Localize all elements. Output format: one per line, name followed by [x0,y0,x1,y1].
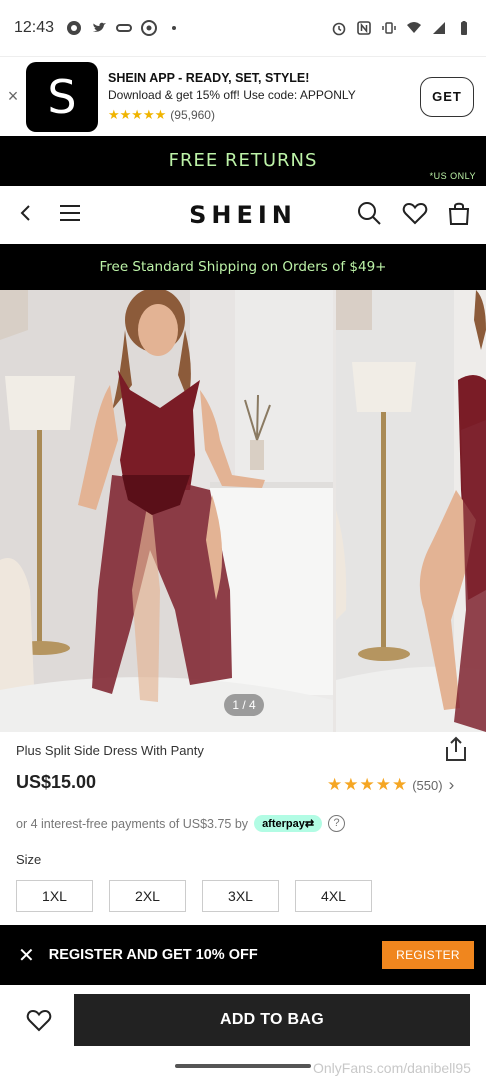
register-promo-bar: ✕ REGISTER AND GET 10% OFF REGISTER [0,925,486,985]
size-label: Size [16,852,42,867]
banner-star-icons: ★★★★★ [108,106,167,122]
battery-icon [456,20,472,36]
dot-icon [166,20,182,36]
banner-close-icon[interactable]: × [0,86,26,107]
vibrate-icon [381,20,397,36]
product-rating[interactable]: ★★★★★ (550) › [327,775,454,795]
save-heart-icon[interactable] [26,1008,52,1032]
search-icon[interactable] [356,200,382,231]
chrome-icon [66,20,82,36]
afterpay-logo: afterpay⇄ [254,815,323,832]
banner-title: SHEIN APP - READY, SET, STYLE! [108,70,310,85]
signal-icon [431,20,447,36]
register-button[interactable]: REGISTER [382,941,474,969]
get-app-button[interactable]: GET [420,76,474,117]
watermark: OnlyFans.com/danibell95 [313,1060,471,1076]
register-close-icon[interactable]: ✕ [18,943,35,968]
shopping-bag-icon[interactable] [448,200,470,231]
nav-right-actions [356,200,470,231]
product-price: US$15.00 [16,772,97,792]
size-option-1xl[interactable]: 1XL [16,880,93,912]
size-option-2xl[interactable]: 2XL [109,880,186,912]
product-title: Plus Split Side Dress With Panty [16,743,204,758]
nfc-icon [356,20,372,36]
free-returns-banner[interactable]: FREE RETURNS *US ONLY [0,136,486,186]
app-logo-letter: S [47,69,77,124]
banner-rating-count: (95,960) [170,107,215,122]
app-download-banner: × S SHEIN APP - READY, SET, STYLE! Downl… [0,56,486,136]
notification-icons [66,20,182,36]
alarm-icon [331,20,347,36]
system-icons [331,20,472,36]
add-to-bag-button[interactable]: ADD TO BAG [74,994,470,1046]
link-icon [116,20,133,36]
review-count: (550) [412,777,443,793]
product-image-1[interactable] [0,290,333,732]
bottom-action-bar: ADD TO BAG [0,985,486,1055]
size-options: 1XL 2XL 3XL 4XL [16,880,372,912]
nav-left-actions [16,203,82,228]
chrome-icon-2 [141,20,158,36]
menu-icon[interactable] [58,203,82,228]
free-returns-text: FREE RETURNS [168,150,318,171]
status-time: 12:43 [14,19,55,36]
banner-rating: ★★★★★ (95,960) [108,107,420,123]
product-image-2[interactable] [336,290,486,732]
wishlist-heart-icon[interactable] [402,201,428,230]
back-icon[interactable] [16,203,36,228]
afterpay-info: or 4 interest-free payments of US$3.75 b… [16,815,346,832]
home-indicator[interactable] [175,1064,311,1068]
product-image-gallery[interactable]: 1 / 4 [0,290,486,732]
status-bar: 12:43 [0,0,486,56]
afterpay-text: or 4 interest-free payments of US$3.75 b… [16,816,249,831]
top-navigation: SHEIN [0,186,486,244]
free-shipping-banner[interactable]: Free Standard Shipping on Orders of $49+ [0,244,486,290]
wifi-icon [406,20,422,36]
shein-app-logo: S [26,61,98,132]
size-option-4xl[interactable]: 4XL [295,880,372,912]
twitter-icon [91,20,107,36]
register-promo-text: REGISTER AND GET 10% OFF [48,947,258,963]
chevron-right-icon: › [448,775,455,794]
image-counter: 1 / 4 [224,694,264,716]
us-only-note: *US ONLY [429,171,476,181]
rating-star-icons: ★★★★★ [327,775,409,794]
help-icon[interactable]: ? [328,815,346,832]
banner-text: SHEIN APP - READY, SET, STYLE! Download … [108,71,420,123]
size-option-3xl[interactable]: 3XL [202,880,279,912]
banner-subtitle: Download & get 15% off! Use code: APPONL… [108,87,356,102]
share-icon[interactable] [444,736,468,762]
